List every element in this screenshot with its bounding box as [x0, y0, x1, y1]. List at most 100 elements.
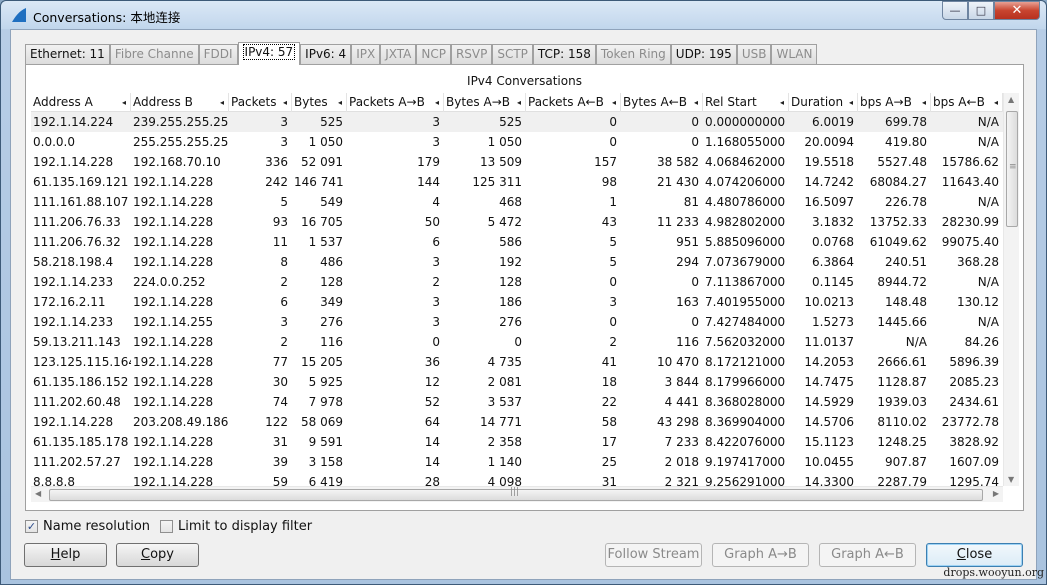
table-cell: 41 [601, 355, 617, 369]
graph-b-to-a-button[interactable]: Graph A←B [819, 543, 916, 567]
limit-filter-option[interactable]: Limit to display filter [160, 519, 312, 534]
table-cell: 419.80 [885, 135, 927, 149]
table-row[interactable]: 8.8.8.8 192.1.14.228 59 6 419 28 4 098 31 2 321… [31, 472, 1003, 486]
table-row[interactable]: 111.161.88.107 192.1.14.228 5 549 4 468 1 81 4.4… [31, 192, 1003, 212]
column-header-label: Address A [33, 95, 93, 109]
table-row[interactable]: 172.16.2.11 192.1.14.228 6 349 3 186 3 163 7.401… [31, 292, 1003, 312]
minimize-button[interactable]: — [942, 1, 968, 20]
tab-token-ring[interactable]: Token Ring [595, 44, 671, 64]
table-cell: 1 050 [308, 135, 343, 149]
table-row[interactable]: 192.1.14.228 203.208.49.186 122 58 069 64 14 … [31, 412, 1003, 432]
sort-arrow-icon[interactable]: ◂ [122, 93, 126, 112]
tab-sctp[interactable]: SCTP [492, 44, 533, 64]
sort-arrow-icon[interactable]: ◂ [694, 93, 698, 112]
column-header[interactable]: Packets A←B ◂ [526, 93, 621, 112]
table-row[interactable]: 192.1.14.224 239.255.255.250 3 525 3 525 0 0 0.0… [31, 112, 1003, 132]
tab-label: IPX [356, 47, 376, 61]
column-header[interactable]: bps A→B ◂ [858, 93, 931, 112]
table-cell: 59.13.211.143 [33, 335, 121, 349]
table-row[interactable]: 61.135.169.121 192.1.14.228 242 146 741 144 1… [31, 172, 1003, 192]
table-cell: 21 430 [657, 175, 699, 189]
name-resolution-checkbox[interactable]: ✓ [25, 520, 38, 533]
tab-ipx[interactable]: IPX [351, 44, 381, 64]
sort-arrow-icon[interactable]: ◂ [283, 93, 287, 112]
tab-jxta[interactable]: JXTA [380, 44, 417, 64]
tab-rsvp[interactable]: RSVP [450, 44, 493, 64]
tab-usb[interactable]: USB [736, 44, 772, 64]
sort-arrow-icon[interactable]: ◂ [435, 93, 439, 112]
table-cell: 3 [432, 255, 440, 269]
column-header[interactable]: Bytes A→B ◂ [444, 93, 526, 112]
table-cell: 0 [691, 115, 699, 129]
sort-arrow-icon[interactable]: ◂ [849, 93, 853, 112]
table-row[interactable]: 192.1.14.233 192.1.14.255 3 276 3 276 0 0 7.4274… [31, 312, 1003, 332]
help-button[interactable]: Help [24, 543, 107, 567]
table-cell: 186 [499, 295, 522, 309]
close-button[interactable]: Close [926, 543, 1023, 567]
tab-udp[interactable]: UDP: 195 [670, 44, 737, 64]
table-cell: 192.1.14.228 [133, 195, 214, 209]
column-header[interactable]: bps A←B ◂ [931, 93, 1003, 112]
table-row[interactable]: 192.1.14.233 224.0.0.252 2 128 2 128 0 0 7.11386… [31, 272, 1003, 292]
table-cell: 111.206.76.32 [33, 235, 121, 249]
sort-arrow-icon[interactable]: ◂ [517, 93, 521, 112]
table-row[interactable]: 123.125.115.164 192.1.14.228 77 15 205 36 4 7… [31, 352, 1003, 372]
sort-arrow-icon[interactable]: ◂ [994, 93, 998, 112]
tab-fddi[interactable]: FDDI [198, 44, 238, 64]
table-row[interactable]: 111.206.76.32 192.1.14.228 11 1 537 6 586 5 951… [31, 232, 1003, 252]
table-cell: 61.135.186.152 [33, 375, 129, 389]
tab-wlan[interactable]: WLAN [771, 44, 818, 64]
title-bar[interactable]: Conversations: 本地连接 — □ ✕ [1, 1, 1046, 29]
scroll-up-icon[interactable]: ▲ [1008, 95, 1014, 104]
scroll-left-icon[interactable]: ◀ [35, 489, 41, 498]
horizontal-scrollbar[interactable]: ◀ ||| ▶ [31, 486, 1003, 502]
table-row[interactable]: 61.135.185.178 192.1.14.228 31 9 591 14 2 358… [31, 432, 1003, 452]
table-cell: 2434.61 [949, 395, 999, 409]
table-row[interactable]: 59.13.211.143 192.1.14.228 2 116 0 0 2 116 7.562… [31, 332, 1003, 352]
table-row[interactable]: 111.202.60.48 192.1.14.228 74 7 978 52 3 537 2… [31, 392, 1003, 412]
sort-arrow-icon[interactable]: ◂ [338, 93, 342, 112]
table-row[interactable]: 61.135.186.152 192.1.14.228 30 5 925 12 2 081… [31, 372, 1003, 392]
table-row[interactable]: 111.202.57.27 192.1.14.228 39 3 158 14 1 140 2… [31, 452, 1003, 472]
tab-ethernet[interactable]: Ethernet: 11 [25, 44, 110, 64]
table-cell: 36 [424, 355, 440, 369]
column-header[interactable]: Bytes A←B ◂ [621, 93, 703, 112]
column-header[interactable]: Duration ◂ [789, 93, 858, 112]
maximize-button[interactable]: □ [968, 1, 994, 20]
table-row[interactable]: 111.206.76.33 192.1.14.228 93 16 705 50 5 472… [31, 212, 1003, 232]
sort-arrow-icon[interactable]: ◂ [220, 93, 224, 112]
table-cell: 39 [272, 455, 288, 469]
column-header[interactable]: Packets ◂ [229, 93, 292, 112]
close-window-button[interactable]: ✕ [994, 1, 1040, 20]
tab-fibre-channe[interactable]: Fibre Channe [109, 44, 199, 64]
column-header[interactable]: Address B ◂ [131, 93, 229, 112]
column-header[interactable]: Packets A→B ◂ [347, 93, 444, 112]
tab-ipv4[interactable]: IPv4: 57 [237, 42, 301, 65]
column-header[interactable]: Bytes ◂ [292, 93, 347, 112]
tab-ncp[interactable]: NCP [416, 44, 451, 64]
table-cell: 6 [432, 235, 440, 249]
tab-ipv6[interactable]: IPv6: 4 [300, 44, 352, 64]
limit-filter-checkbox[interactable] [160, 520, 174, 533]
follow-stream-button[interactable]: Follow Stream [605, 543, 702, 567]
tab-tcp[interactable]: TCP: 158 [532, 44, 596, 64]
sort-arrow-icon[interactable]: ◂ [922, 93, 926, 112]
table-cell: 14 [424, 455, 440, 469]
column-header[interactable]: Address A ◂ [31, 93, 131, 112]
copy-button[interactable]: Copy [116, 543, 199, 567]
table-row[interactable]: 192.1.14.228 192.168.70.10 336 52 091 179 13 … [31, 152, 1003, 172]
vertical-scroll-thumb[interactable]: ≡ [1006, 111, 1018, 227]
column-header[interactable]: Rel Start ◂ [703, 93, 789, 112]
table-cell: 192.1.14.228 [133, 475, 214, 486]
graph-a-to-b-button[interactable]: Graph A→B [712, 543, 809, 567]
horizontal-scroll-thumb[interactable]: ||| [49, 487, 983, 501]
table-row[interactable]: 0.0.0.0 255.255.255.255 3 1 050 3 1 050 0 0 1.16… [31, 132, 1003, 152]
table-row[interactable]: 58.218.198.4 192.1.14.228 8 486 3 192 5 294 7.07… [31, 252, 1003, 272]
scroll-down-icon[interactable]: ▼ [1008, 475, 1014, 484]
table-cell: 52 [424, 395, 440, 409]
sort-arrow-icon[interactable]: ◂ [612, 93, 616, 112]
vertical-scrollbar[interactable]: ▲ ≡ ▼ [1003, 93, 1019, 486]
scroll-right-icon[interactable]: ▶ [993, 489, 999, 498]
name-resolution-option[interactable]: ✓ Name resolution [25, 519, 150, 534]
sort-arrow-icon[interactable]: ◂ [780, 93, 784, 112]
